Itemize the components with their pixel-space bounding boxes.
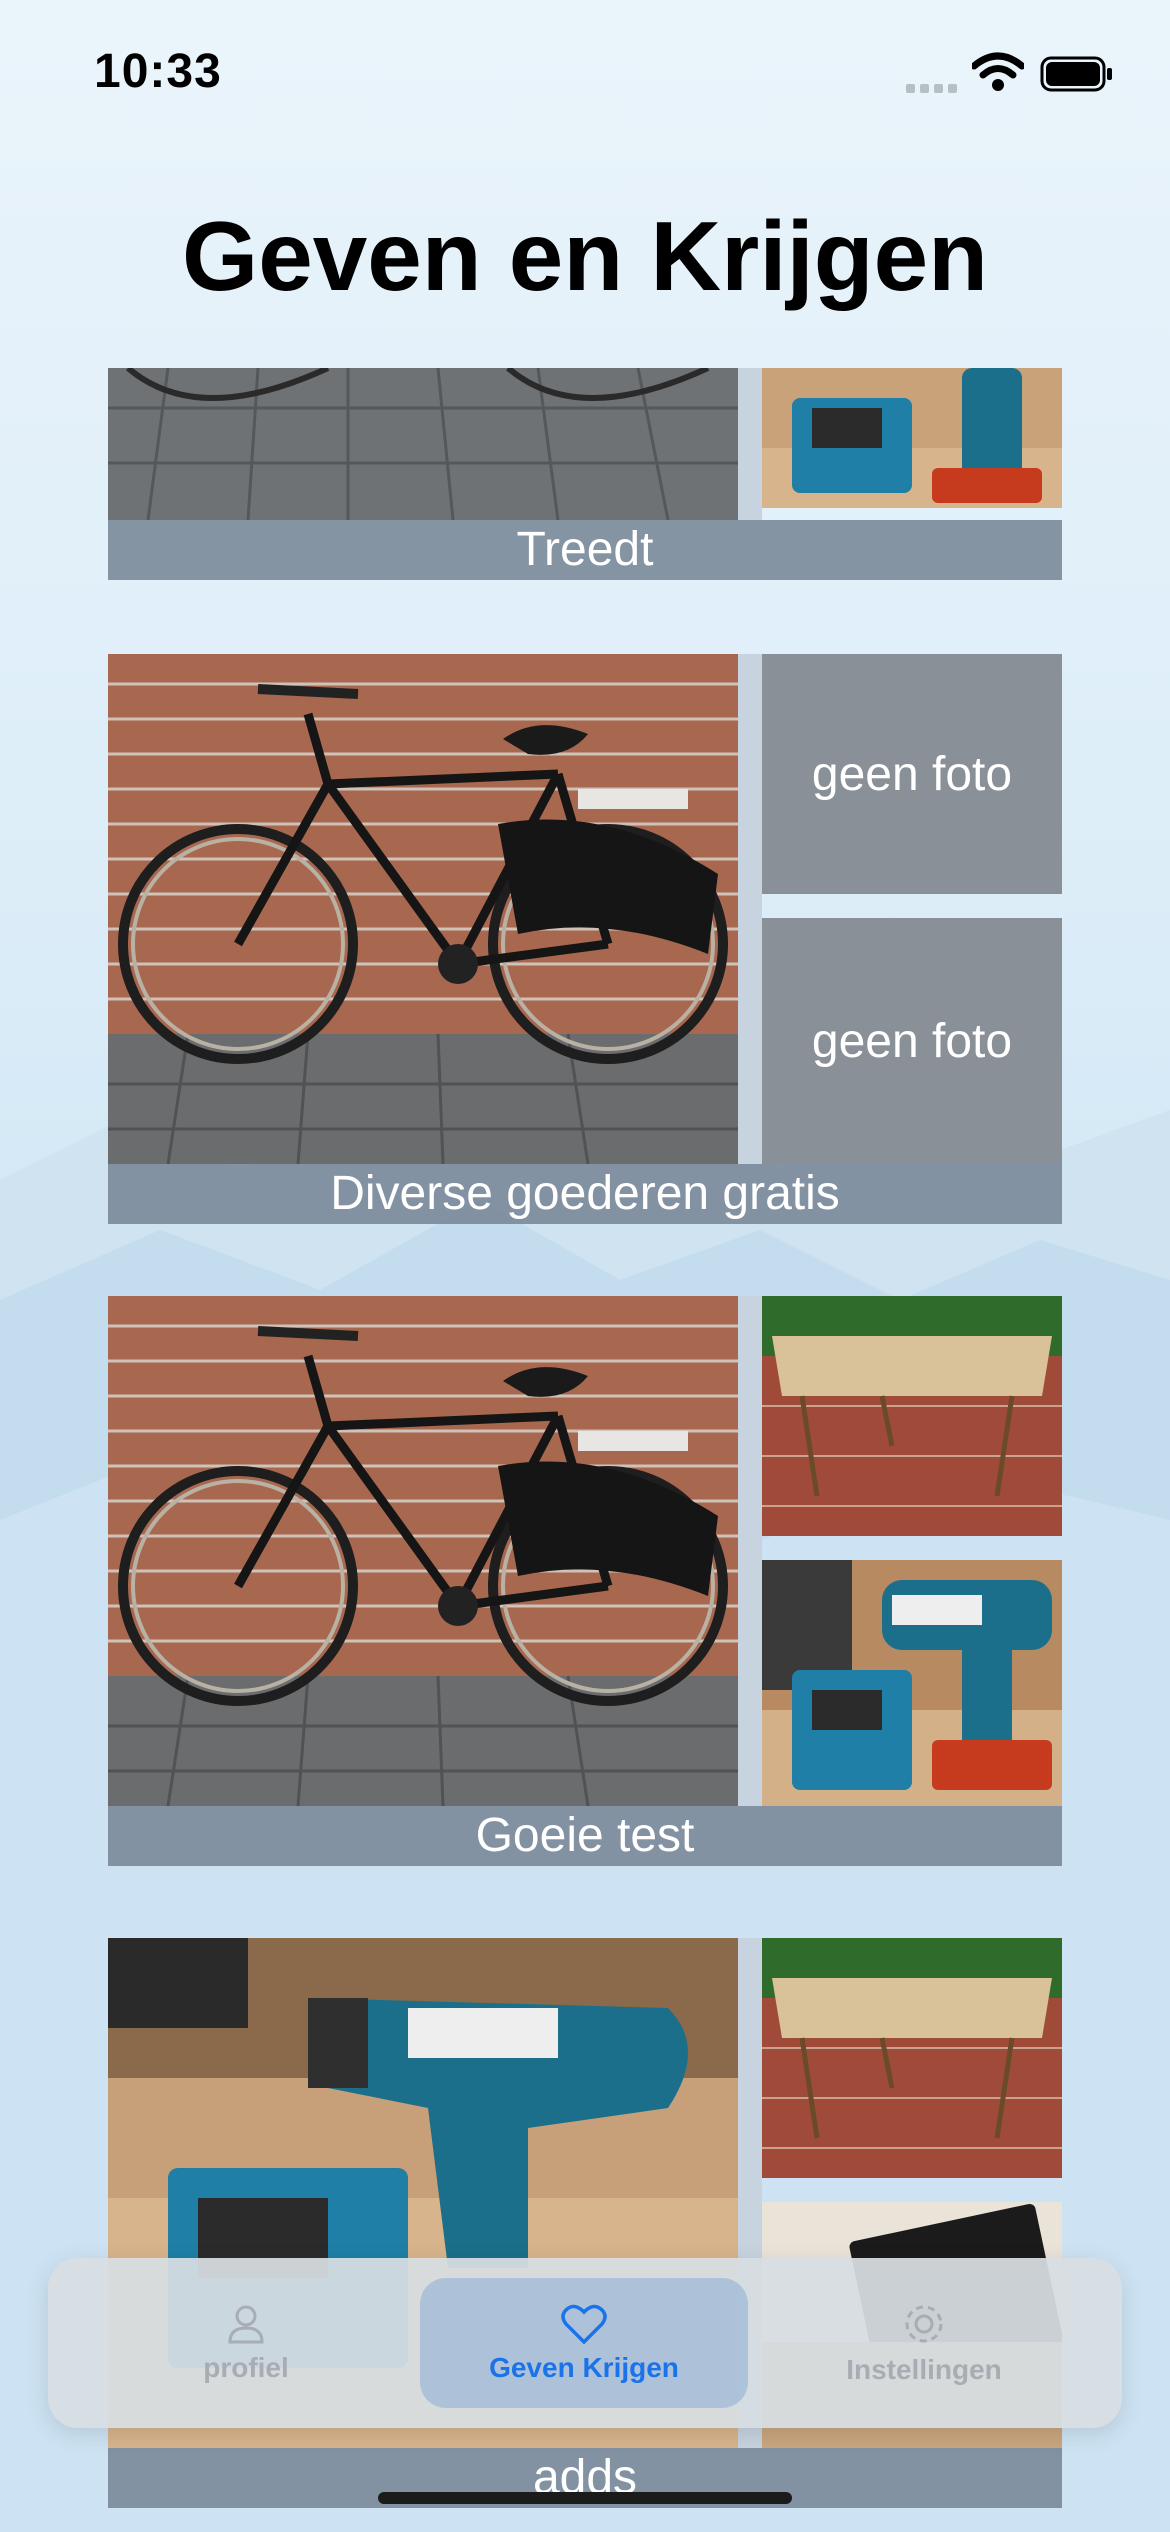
bicycle-photo bbox=[108, 654, 738, 1164]
cellular-signal-icon bbox=[906, 84, 957, 93]
tab-geven-krijgen[interactable]: Geven Krijgen bbox=[420, 2278, 748, 2408]
listing-caption: Treedt bbox=[108, 520, 1062, 580]
tab-label: Geven Krijgen bbox=[489, 2352, 679, 2383]
gear-icon bbox=[905, 2305, 943, 2343]
tab-label: profiel bbox=[203, 2352, 289, 2383]
status-bar: 10:33 bbox=[0, 0, 1170, 140]
no-photo-placeholder: geen foto bbox=[762, 654, 1062, 894]
listing-caption: Diverse goederen gratis bbox=[108, 1164, 1062, 1224]
drill-photo bbox=[762, 368, 1062, 508]
table-photo bbox=[762, 1296, 1062, 1536]
status-time: 10:33 bbox=[94, 45, 222, 98]
table-photo bbox=[762, 1938, 1062, 2178]
listing-card[interactable]: geen foto geen foto Diverse goederen gra… bbox=[108, 654, 1062, 1224]
tab-profiel[interactable]: profiel bbox=[82, 2278, 410, 2408]
bicycle-photo bbox=[108, 1296, 738, 1806]
listing-caption: Goeie test bbox=[108, 1806, 1062, 1866]
tab-bar: profiel Geven Krijgen Instellingen bbox=[48, 2258, 1122, 2428]
no-photo-placeholder: geen foto bbox=[762, 918, 1062, 1164]
person-icon bbox=[228, 2305, 264, 2344]
drill-photo bbox=[762, 1560, 1062, 1806]
page-title: Geven en Krijgen bbox=[181, 201, 988, 311]
battery-icon bbox=[1040, 56, 1112, 92]
placeholder-label: geen foto bbox=[811, 747, 1013, 801]
listing-card[interactable]: Goeie test bbox=[108, 1296, 1062, 1866]
tab-instellingen[interactable]: Instellingen bbox=[760, 2278, 1088, 2408]
listing-card[interactable]: Treedt bbox=[108, 368, 1062, 580]
heart-icon bbox=[561, 2304, 607, 2345]
wifi-icon bbox=[972, 52, 1024, 91]
tab-label: Instellingen bbox=[846, 2354, 1002, 2385]
home-indicator bbox=[378, 2492, 792, 2504]
placeholder-label: geen foto bbox=[811, 1014, 1013, 1068]
bicycle-photo bbox=[108, 368, 738, 520]
